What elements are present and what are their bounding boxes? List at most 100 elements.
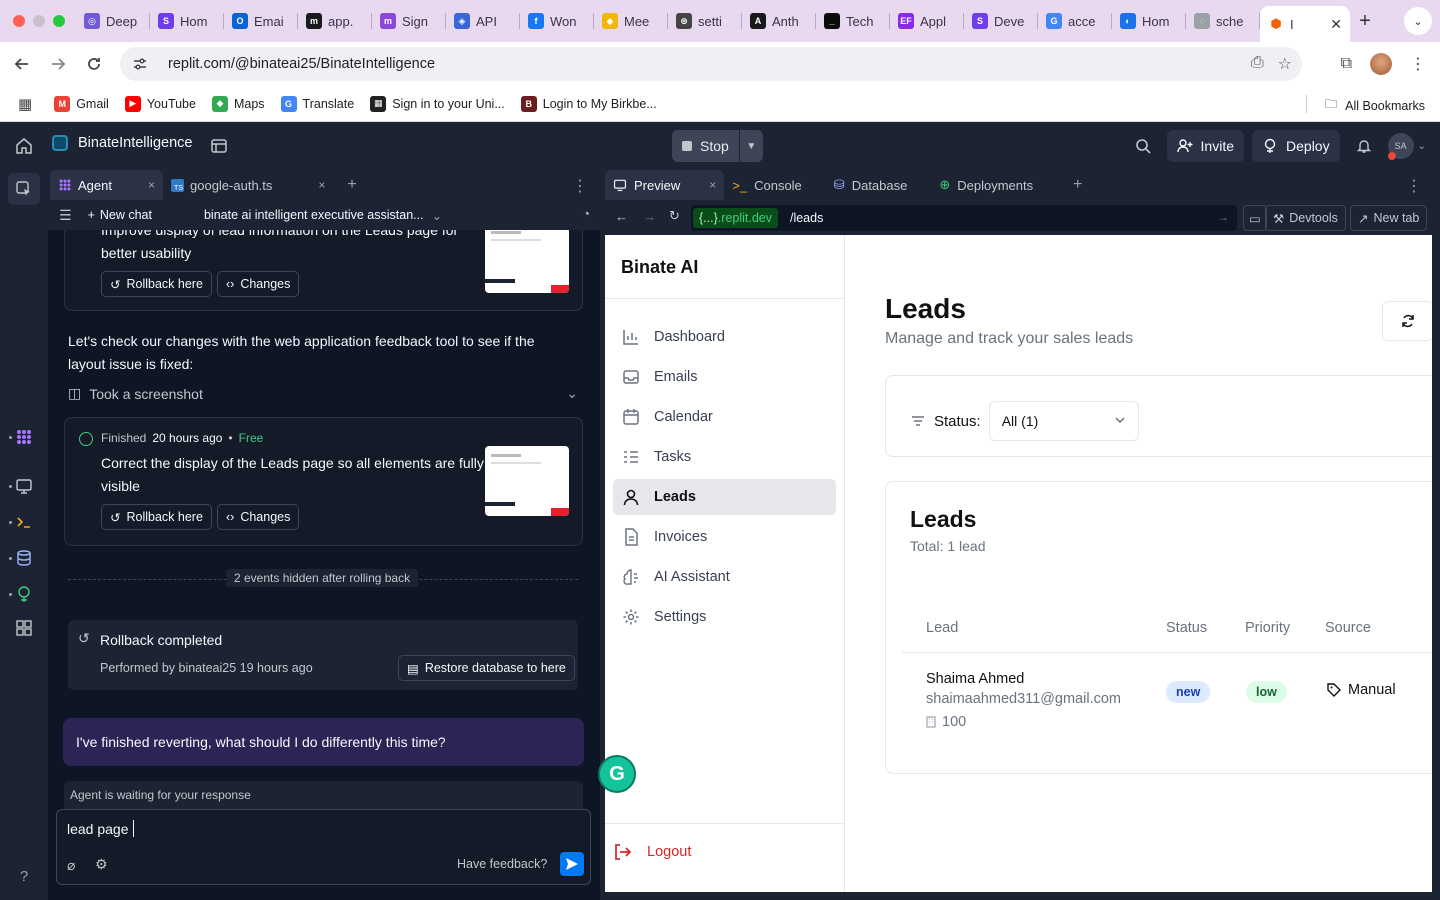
stop-button[interactable]: Stop (672, 130, 739, 162)
close-window-button[interactable] (13, 15, 25, 27)
paperclip-icon[interactable]: ⌀ (67, 857, 75, 874)
sidebar-item-settings[interactable]: Settings (613, 599, 836, 635)
device-toggle-button[interactable]: ▭ (1243, 205, 1267, 231)
maximize-window-button[interactable] (53, 15, 65, 27)
all-bookmarks-button[interactable]: 🗀 All Bookmarks (1325, 95, 1425, 116)
browser-tab[interactable]: _ Tech (816, 0, 890, 42)
grammarly-icon[interactable]: G (598, 755, 636, 793)
sidebar-item-invoices[interactable]: Invoices (613, 519, 836, 555)
deployments-icon[interactable] (14, 584, 34, 604)
bookmark-item[interactable]: ▶ YouTube (124, 95, 196, 112)
browser-tab[interactable]: ◐ Hom (1112, 0, 1186, 42)
pane-menu-icon[interactable]: ⋮ (1406, 176, 1422, 196)
tab-database[interactable]: ⛁ Database (826, 170, 916, 200)
sidebar-item-leads[interactable]: Leads (613, 479, 836, 515)
bookmark-item[interactable]: ◆ Maps (211, 95, 265, 112)
install-app-icon[interactable]: ⎙ (1251, 54, 1264, 74)
forward-button[interactable] (40, 46, 76, 82)
profile-avatar[interactable] (1370, 53, 1392, 75)
preview-icon[interactable] (14, 476, 34, 496)
deploy-button[interactable]: Deploy (1252, 130, 1340, 162)
close-tab-icon[interactable]: × (148, 178, 155, 192)
apps-grid-icon[interactable]: ▦ (18, 95, 32, 113)
browser-tab[interactable]: ◎ Deep (76, 0, 150, 42)
run-options-chevron-icon[interactable]: ▼ (738, 130, 763, 162)
browser-tab-active[interactable]: ⬢ I ✕ (1260, 6, 1350, 42)
dev-domain-badge[interactable]: {...}.replit.dev (693, 208, 778, 228)
browser-tab[interactable]: m app. (298, 0, 372, 42)
rollback-here-button[interactable]: ↺ Rollback here (101, 271, 212, 297)
tab-deployments[interactable]: ⊕ Deployments (931, 170, 1041, 200)
invite-button[interactable]: Invite (1166, 130, 1245, 162)
site-info-icon[interactable] (132, 55, 150, 73)
select-element-icon[interactable] (8, 173, 40, 205)
back-button[interactable] (4, 46, 40, 82)
new-tab-button[interactable]: + (1350, 10, 1380, 33)
extensions-icon[interactable]: ⧉ (1341, 55, 1352, 73)
user-menu[interactable]: SA ⌄ (1387, 133, 1426, 160)
forward-icon[interactable]: → (643, 209, 656, 224)
browser-tab[interactable]: ◌ sche (1186, 0, 1260, 42)
browser-tab[interactable]: O Emai (224, 0, 298, 42)
close-tab-icon[interactable]: × (709, 178, 716, 192)
new-tab-button[interactable]: ↗ New tab (1350, 205, 1428, 231)
repl-title[interactable]: BinateIntelligence (52, 135, 192, 151)
home-icon[interactable] (14, 136, 34, 156)
logout-button[interactable]: Logout (613, 843, 691, 861)
all-tools-grid-icon[interactable] (14, 618, 34, 638)
reload-icon[interactable]: ↻ (669, 208, 680, 224)
preview-url-input[interactable]: {...}.replit.dev /leads → (691, 205, 1237, 231)
tab-console[interactable]: >_ Console (724, 170, 810, 200)
send-button[interactable] (560, 852, 584, 876)
address-bar[interactable]: replit.com/@binateai25/BinateIntelligenc… (120, 47, 1302, 81)
back-icon[interactable]: ← (615, 209, 628, 224)
tab-google-auth[interactable]: TS google-auth.ts × (163, 170, 333, 200)
tab-agent[interactable]: Agent × (50, 170, 163, 200)
bookmark-star-icon[interactable]: ☆ (1278, 54, 1292, 74)
chat-history-icon[interactable]: ☰ (59, 207, 72, 224)
minimize-window-button[interactable] (33, 15, 45, 27)
bookmark-item[interactable]: ▦ Sign in to your Uni... (370, 95, 505, 112)
browser-tab[interactable]: S Hom (150, 0, 224, 42)
bookmark-item[interactable]: M Gmail (54, 95, 109, 112)
add-tab-icon[interactable]: + (347, 176, 356, 194)
sidebar-item-calendar[interactable]: Calendar (613, 399, 836, 435)
browser-tab[interactable]: ⊛ setti (668, 0, 742, 42)
sidebar-item-emails[interactable]: Emails (613, 359, 836, 395)
bookmark-item[interactable]: G Translate (280, 95, 354, 112)
sidebar-item-ai-assistant[interactable]: AI Assistant (613, 559, 836, 595)
tab-preview[interactable]: Preview × (605, 170, 725, 200)
browser-tab[interactable]: m Sign (372, 0, 446, 42)
sidebar-item-dashboard[interactable]: Dashboard (613, 319, 836, 355)
tool-call-screenshot[interactable]: ◫ Took a screenshot ⌄ (68, 385, 578, 402)
browser-tab[interactable]: EF Appl (890, 0, 964, 42)
browser-tab[interactable]: ◈ API (446, 0, 520, 42)
go-arrow-icon[interactable]: → (1217, 210, 1229, 224)
console-icon[interactable] (14, 512, 34, 532)
feedback-link[interactable]: Have feedback? (457, 857, 547, 871)
restore-database-button[interactable]: ▤ Restore database to here (398, 655, 575, 681)
close-tab-icon[interactable]: × (318, 178, 325, 192)
agent-icon[interactable] (14, 427, 34, 447)
browser-tab[interactable]: ◆ Mee (594, 0, 668, 42)
browser-tab[interactable]: A Anth (742, 0, 816, 42)
sidebar-item-tasks[interactable]: Tasks (613, 439, 836, 475)
changes-button[interactable]: ‹› Changes (217, 271, 300, 297)
refresh-button[interactable] (1382, 301, 1432, 341)
tab-search-button[interactable]: ⌄ (1404, 7, 1432, 35)
browser-menu-icon[interactable]: ⋮ (1410, 54, 1426, 74)
settings-gear-icon[interactable]: ⚙ (95, 856, 108, 873)
search-icon[interactable] (1127, 130, 1159, 162)
close-tab-icon[interactable]: ✕ (1330, 16, 1342, 33)
browser-tab[interactable]: f Won (520, 0, 594, 42)
checkpoint-screenshot-thumbnail[interactable] (485, 230, 569, 293)
help-icon[interactable]: ? (14, 866, 34, 886)
devtools-button[interactable]: ⚒ Devtools (1265, 205, 1346, 231)
hidden-events-label[interactable]: 2 events hidden after rolling back (226, 569, 419, 587)
status-select[interactable]: All (1) (988, 401, 1139, 441)
chat-title-dropdown[interactable]: binate ai intelligent executive assistan… (204, 208, 442, 223)
repl-info-icon[interactable] (210, 137, 228, 155)
new-chat-button[interactable]: + New chat (88, 208, 152, 222)
database-icon[interactable] (14, 548, 34, 568)
checkpoint-screenshot-thumbnail[interactable] (485, 446, 569, 516)
